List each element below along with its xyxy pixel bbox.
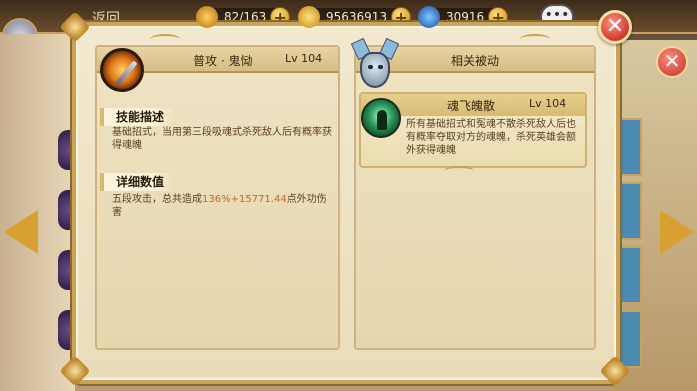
passive-skill-name: 魂飞魄散 [447, 99, 496, 113]
gold-coin-icon [298, 6, 320, 28]
slot-tile[interactable] [618, 246, 642, 304]
mask-shield-emblem-icon [350, 37, 400, 90]
skill-name: 普攻 · 鬼恸 [193, 54, 253, 68]
decorative-curl [444, 166, 474, 176]
close-button[interactable]: ✕ [598, 10, 632, 44]
blade-skill-icon [100, 48, 144, 92]
decorative-curl [520, 34, 550, 44]
skill-level: Lv 104 [285, 52, 323, 65]
skill-description-text: 基础招式，当用第三段吸魂式杀死敌人后有概率获得魂魄 [112, 127, 332, 151]
related-passive-panel: 相关被动 [354, 45, 596, 350]
description-section-label: 技能描述 [100, 108, 175, 126]
next-arrow-icon[interactable] [660, 210, 694, 254]
skill-details-text: 五段攻击，总共造成136%+15771.44点外功伤害 [112, 193, 334, 219]
mask-face [360, 52, 390, 88]
slot-tile[interactable] [618, 182, 642, 240]
details-prefix: 五段攻击，总共造成 [112, 194, 202, 205]
background-close-icon[interactable]: ✕ [656, 46, 688, 78]
previous-arrow-icon[interactable] [4, 210, 38, 254]
damage-value-highlight: 136%+15771.44 [202, 194, 287, 205]
passive-skill-level: Lv 104 [529, 97, 567, 110]
decorative-curl [150, 34, 180, 44]
blade-shape [114, 60, 138, 87]
figure-silhouette [377, 110, 387, 130]
slot-tile[interactable] [618, 118, 642, 176]
slot-tile[interactable] [618, 310, 642, 368]
gem-icon [418, 6, 440, 28]
details-section-label: 详细数值 [100, 173, 175, 191]
passive-skill-description: 所有基础招式和冤魂不散杀死敌人后也有概率夺取对方的魂魄，杀死英雄会额外获得魂魄 [406, 119, 576, 156]
stamina-icon [196, 6, 218, 28]
soul-figure-icon[interactable] [361, 98, 401, 138]
